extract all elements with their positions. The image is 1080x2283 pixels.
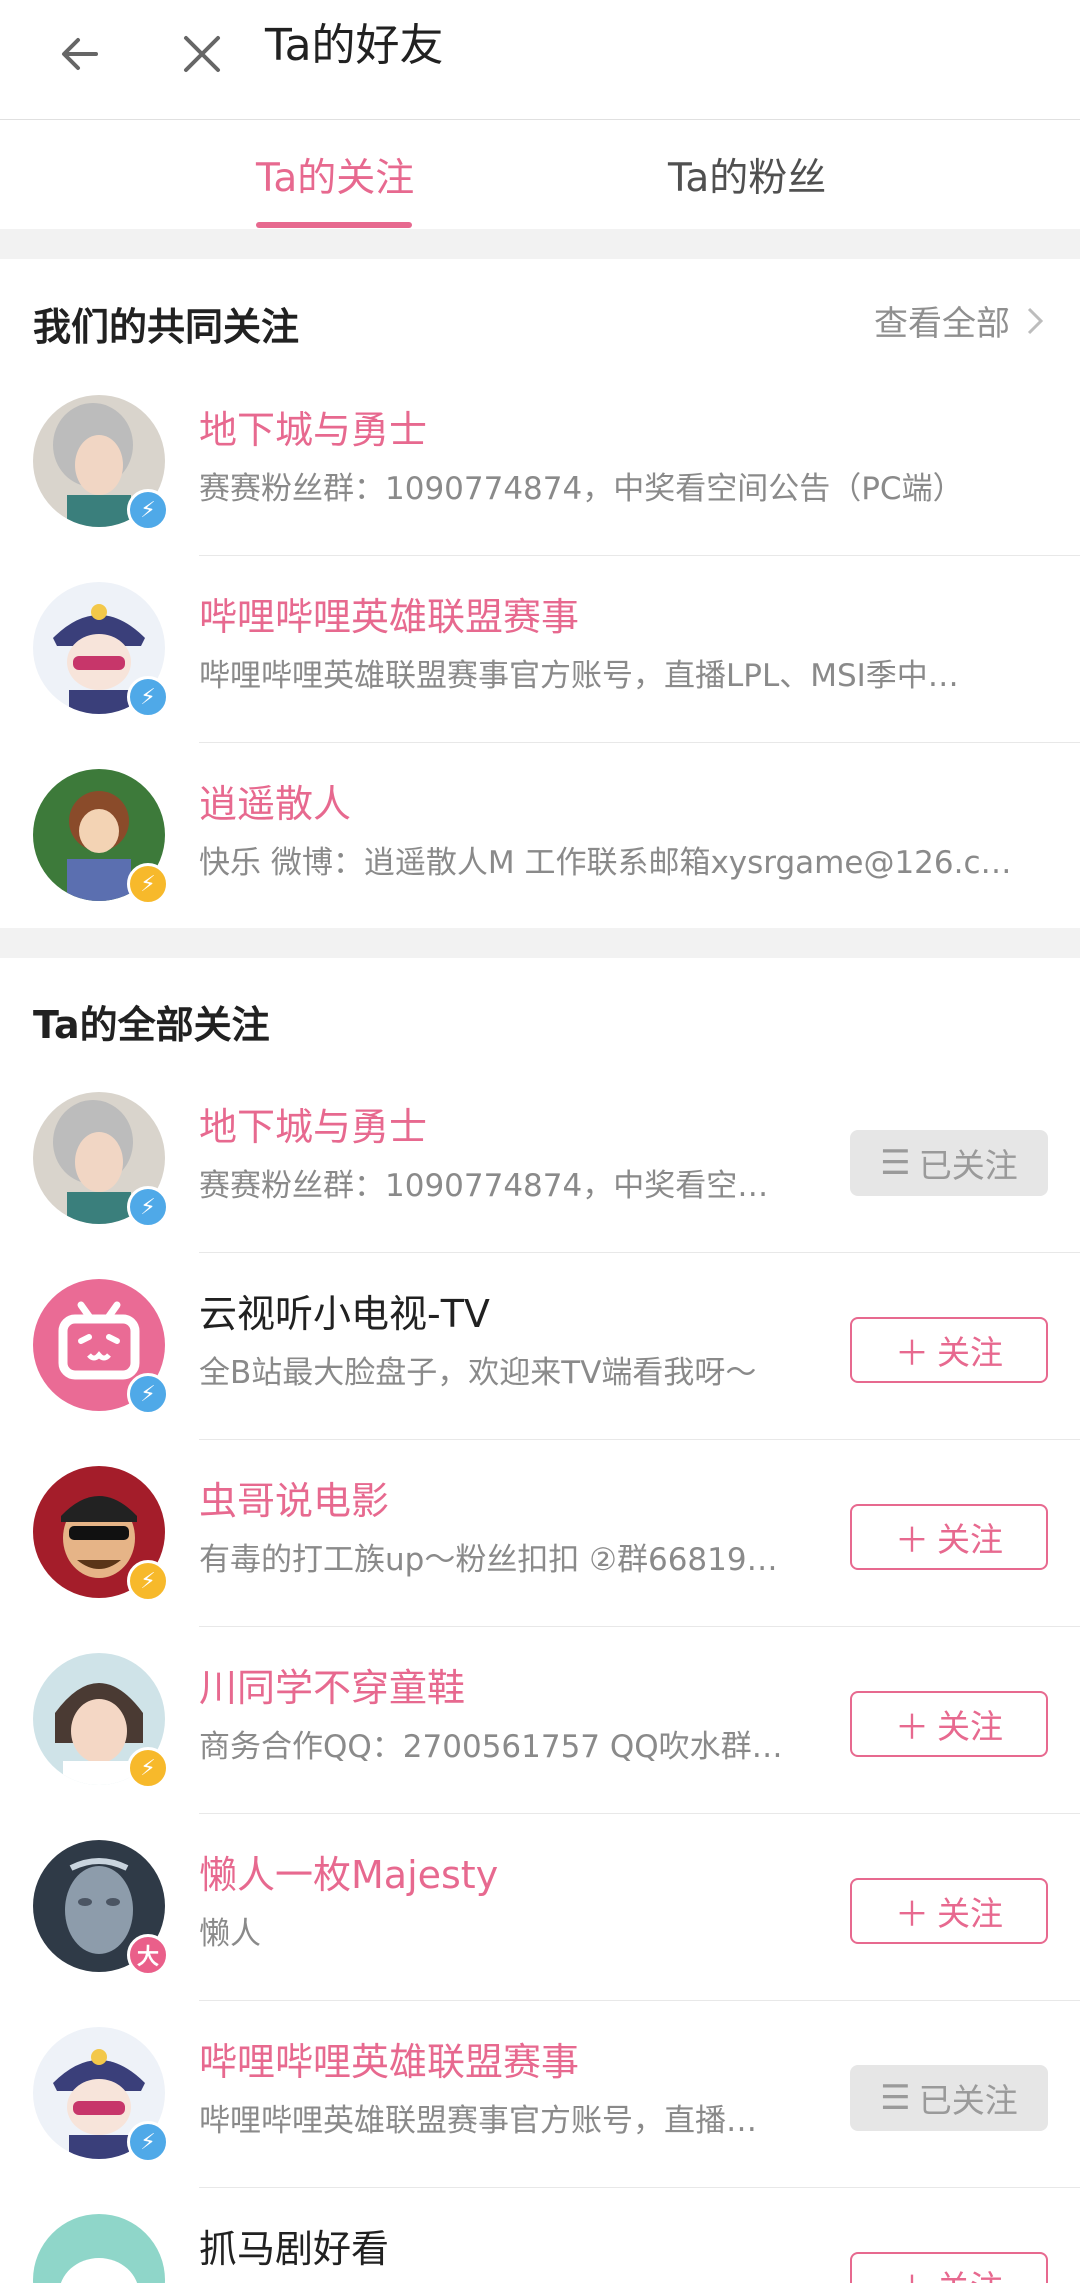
plus-icon: ＋	[895, 2261, 929, 2283]
user-name: 逍遥散人	[199, 782, 352, 826]
user-name: 哔哩哔哩英雄联盟赛事	[199, 2040, 580, 2084]
user-name: 川同学不穿童鞋	[199, 1666, 466, 1710]
avatar: 大	[33, 1840, 169, 1976]
lightning-badge-icon: ⚡	[127, 863, 169, 905]
user-name: 地下城与勇士	[199, 1105, 428, 1149]
tab-indicator	[256, 222, 412, 228]
avatar: ⚡	[33, 2027, 169, 2163]
follow-button-label: 关注	[937, 1520, 1003, 1559]
section-divider	[0, 928, 1080, 958]
back-arrow-icon[interactable]	[40, 14, 120, 94]
lightning-badge-icon: ⚡	[127, 489, 169, 531]
user-description: 赛赛粉丝群：1090774874，中奖看空间公告（PC端）	[199, 471, 964, 507]
menu-lines-icon: ☰	[880, 1143, 911, 1183]
section-divider	[0, 229, 1080, 259]
chevron-right-icon	[1027, 307, 1044, 334]
list-item[interactable]: ⚡ 地下城与勇士 赛赛粉丝群：1090774874，中奖看空… ☰ 已关注	[0, 1066, 1080, 1253]
list-item[interactable]: 抓马剧好看 ＋ 关注	[0, 2188, 1080, 2283]
avatar: ⚡	[33, 1466, 169, 1602]
user-description: 快乐 微博：逍遥散人M 工作联系邮箱xysrgame@126.c…	[199, 845, 1012, 881]
list-item[interactable]: ⚡ 地下城与勇士 赛赛粉丝群：1090774874，中奖看空间公告（PC端）	[0, 369, 1080, 556]
menu-lines-icon: ☰	[880, 2078, 911, 2118]
user-name: 地下城与勇士	[199, 408, 428, 452]
plus-icon: ＋	[895, 1520, 929, 1561]
plus-icon: ＋	[895, 1707, 929, 1748]
follow-button[interactable]: ＋ 关注	[850, 2252, 1048, 2283]
list-item[interactable]: ⚡ 逍遥散人 快乐 微博：逍遥散人M 工作联系邮箱xysrgame@126.c…	[0, 743, 1080, 930]
lightning-badge-icon: ⚡	[127, 1186, 169, 1228]
mutual-section-title: 我们的共同关注	[33, 305, 300, 349]
follow-button-label: 关注	[937, 1894, 1003, 1933]
plus-icon: ＋	[895, 1894, 929, 1935]
follow-button[interactable]: ＋ 关注	[850, 1317, 1048, 1383]
list-item[interactable]: ⚡ 哔哩哔哩英雄联盟赛事 哔哩哔哩英雄联盟赛事官方账号，直播LPL、MSI季中…	[0, 556, 1080, 743]
user-description: 商务合作QQ：2700561757 QQ吹水群…	[199, 1729, 783, 1765]
follow-button[interactable]: ＋ 关注	[850, 1878, 1048, 1944]
user-description: 有毒的打工族up～粉丝扣扣 ②群66819…	[199, 1542, 778, 1578]
follow-button-label: 关注	[937, 1707, 1003, 1746]
user-name: 抓马剧好看	[199, 2227, 390, 2271]
list-item[interactable]: ⚡ 川同学不穿童鞋 商务合作QQ：2700561757 QQ吹水群… ＋ 关注	[0, 1627, 1080, 1814]
avatar: ⚡	[33, 769, 169, 905]
big-vip-badge-icon: 大	[127, 1934, 169, 1976]
list-item[interactable]: 大 懒人一枚Majesty 懒人 ＋ 关注	[0, 1814, 1080, 2001]
tab-bar: Ta的关注 Ta的粉丝	[0, 121, 1080, 229]
lightning-badge-icon: ⚡	[127, 1560, 169, 1602]
avatar	[33, 2214, 167, 2283]
followed-button-label: 已关注	[918, 1146, 1018, 1185]
follow-button[interactable]: ＋ 关注	[850, 1691, 1048, 1757]
lightning-badge-icon: ⚡	[127, 2121, 169, 2163]
page-title: Ta的好友	[265, 20, 444, 71]
user-description: 全B站最大脸盘子，欢迎来TV端看我呀～	[199, 1355, 757, 1391]
avatar: ⚡	[33, 1653, 169, 1789]
followed-button[interactable]: ☰ 已关注	[850, 1130, 1048, 1196]
follow-button-label: 关注	[937, 2261, 1003, 2283]
list-item[interactable]: ⚡ 云视听小电视-TV 全B站最大脸盘子，欢迎来TV端看我呀～ ＋ 关注	[0, 1253, 1080, 1440]
all-following-section-title: Ta的全部关注	[33, 1003, 270, 1047]
followed-button[interactable]: ☰ 已关注	[850, 2065, 1048, 2131]
tab-following[interactable]: Ta的关注	[66, 121, 602, 229]
user-name: 虫哥说电影	[199, 1479, 390, 1523]
list-item[interactable]: ⚡ 哔哩哔哩英雄联盟赛事 哔哩哔哩英雄联盟赛事官方账号，直播… ☰ 已关注	[0, 2001, 1080, 2188]
tab-fans[interactable]: Ta的粉丝	[540, 121, 1080, 229]
close-icon[interactable]	[162, 14, 242, 94]
follow-button[interactable]: ＋ 关注	[850, 1504, 1048, 1570]
avatar: ⚡	[33, 395, 169, 531]
see-all-label: 查看全部	[874, 304, 1010, 344]
lightning-badge-icon: ⚡	[127, 1373, 169, 1415]
user-name: 懒人一枚Majesty	[199, 1853, 499, 1897]
user-description: 赛赛粉丝群：1090774874，中奖看空…	[199, 1168, 769, 1204]
followed-button-label: 已关注	[918, 2081, 1018, 2120]
see-all-link[interactable]: 查看全部	[874, 296, 1044, 345]
lightning-badge-icon: ⚡	[127, 676, 169, 718]
user-description: 哔哩哔哩英雄联盟赛事官方账号，直播LPL、MSI季中…	[199, 658, 959, 694]
avatar: ⚡	[33, 1279, 169, 1415]
avatar: ⚡	[33, 582, 169, 718]
top-app-bar: Ta的好友	[0, 0, 1080, 120]
lightning-badge-icon: ⚡	[127, 1747, 169, 1789]
user-description: 哔哩哔哩英雄联盟赛事官方账号，直播…	[199, 2103, 757, 2139]
follow-button-label: 关注	[937, 1333, 1003, 1372]
avatar: ⚡	[33, 1092, 169, 1228]
list-item[interactable]: ⚡ 虫哥说电影 有毒的打工族up～粉丝扣扣 ②群66819… ＋ 关注	[0, 1440, 1080, 1627]
user-name: 云视听小电视-TV	[199, 1292, 490, 1336]
user-description: 懒人	[199, 1916, 261, 1952]
plus-icon: ＋	[895, 1333, 929, 1374]
user-name: 哔哩哔哩英雄联盟赛事	[199, 595, 580, 639]
